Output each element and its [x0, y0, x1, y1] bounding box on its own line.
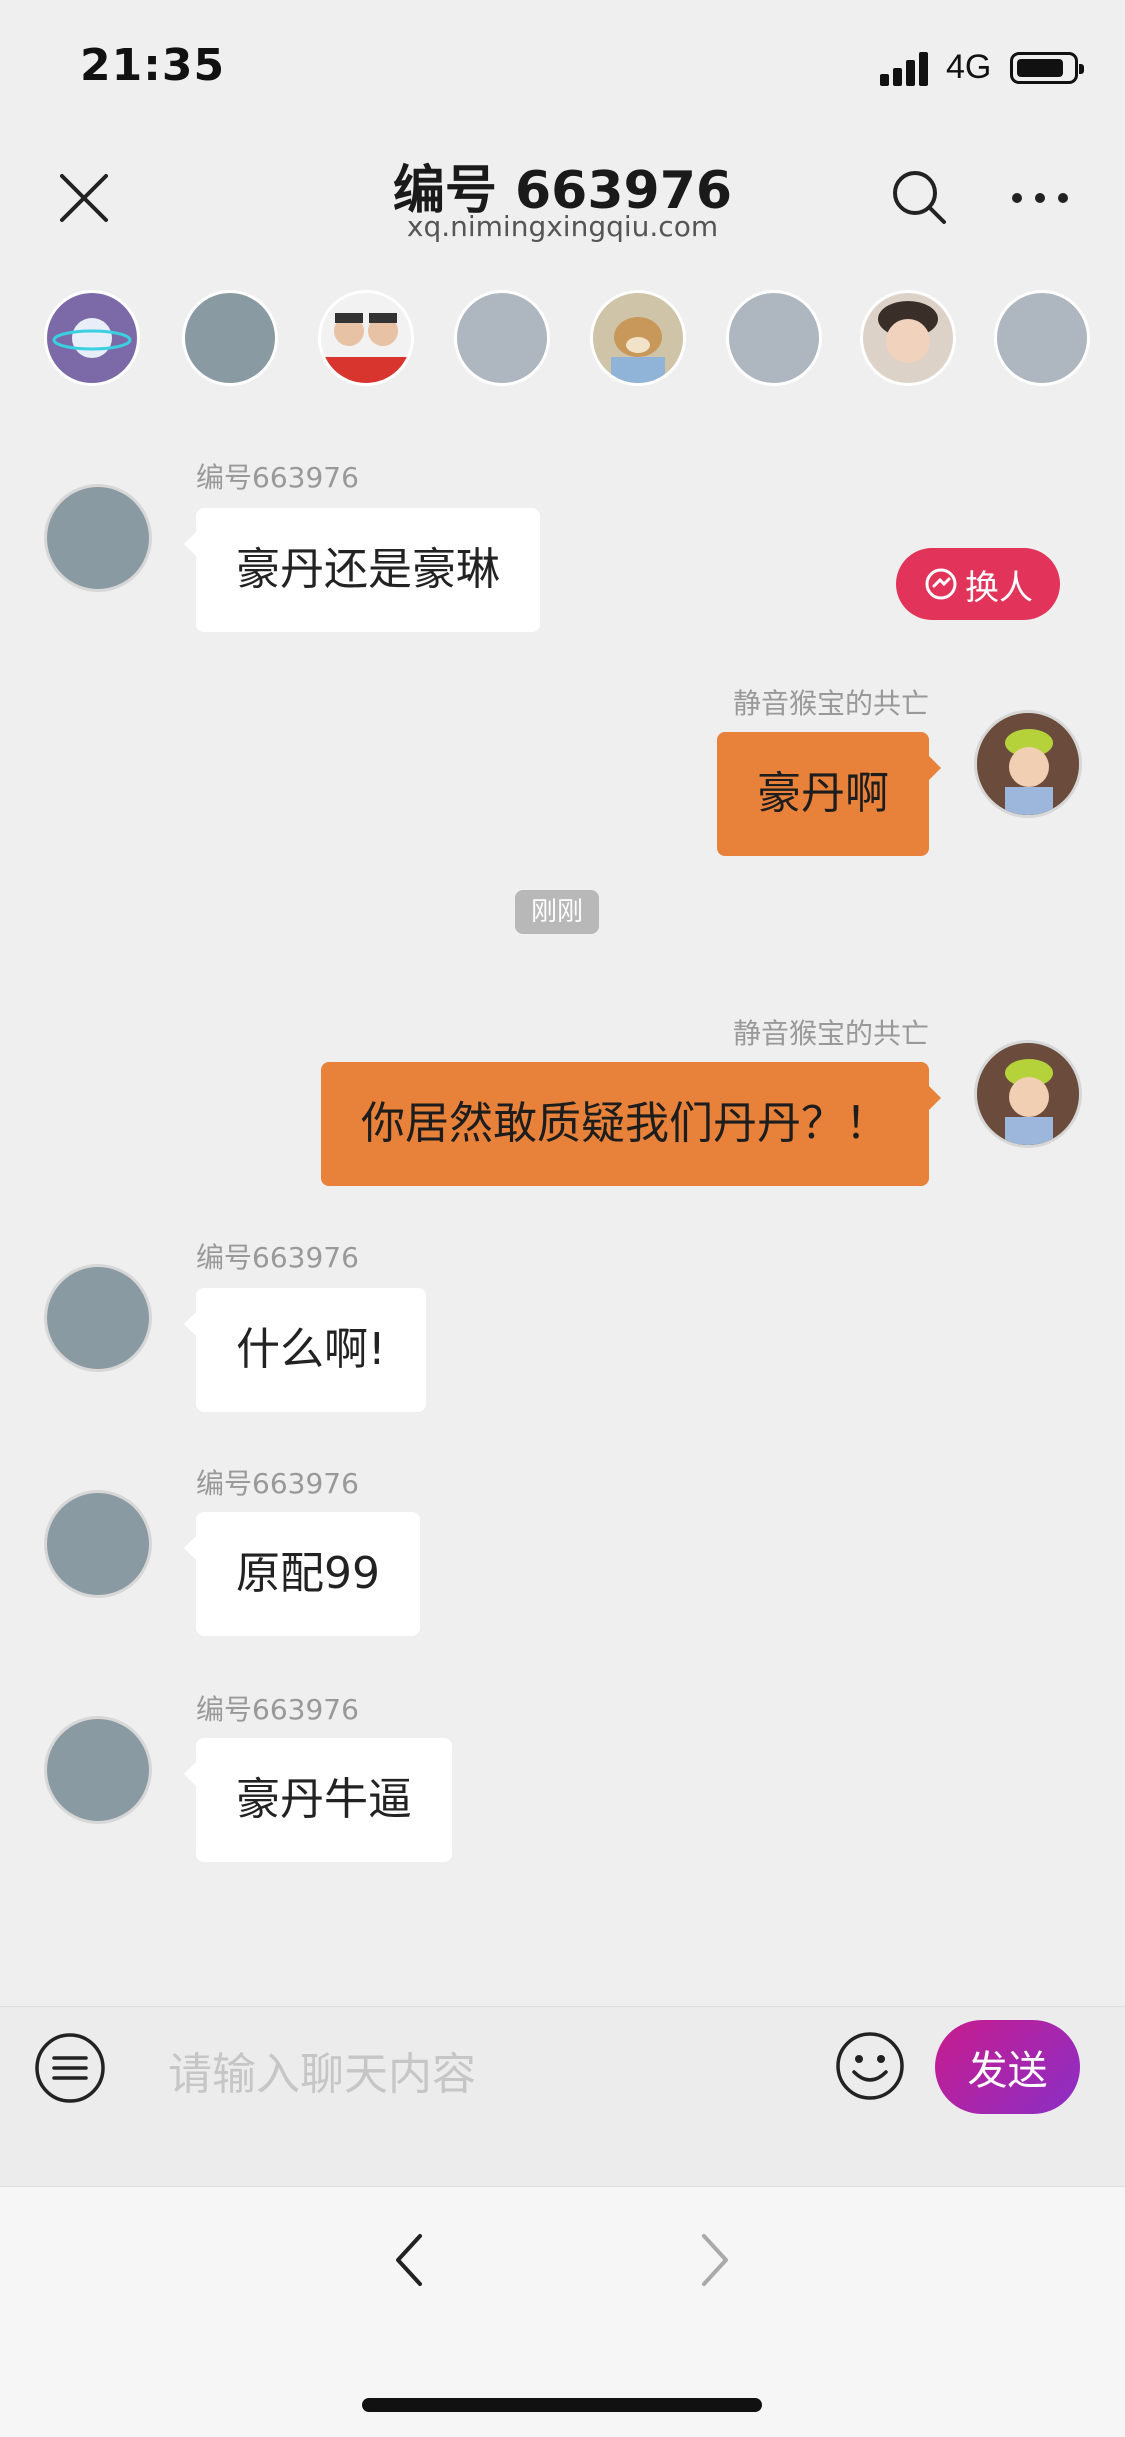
sender-name: 静音猴宝的共亡: [732, 1017, 929, 1050]
member-avatar[interactable]: [182, 290, 278, 386]
swap-icon: [925, 568, 957, 600]
battery-icon: [1010, 52, 1084, 84]
my-avatar[interactable]: [974, 710, 1082, 818]
member-avatar[interactable]: [994, 290, 1090, 386]
sender-name: 静音猴宝的共亡: [732, 687, 929, 720]
message-bubble[interactable]: 什么啊!: [184, 1288, 426, 1412]
message-bubble[interactable]: 豪丹还是豪琳: [184, 508, 540, 632]
forward-button[interactable]: [694, 2230, 734, 2290]
more-button[interactable]: [1000, 158, 1080, 238]
sender-name: 编号663976: [196, 1467, 359, 1500]
member-avatar[interactable]: [726, 290, 822, 386]
sender-avatar[interactable]: [44, 484, 152, 592]
sender-avatar[interactable]: [44, 1264, 152, 1372]
send-button[interactable]: 发送: [935, 2020, 1080, 2114]
more-icon: [1012, 193, 1068, 203]
emoji-button[interactable]: [834, 2030, 906, 2102]
swap-person-button[interactable]: 换人: [896, 548, 1060, 620]
member-avatar[interactable]: [454, 290, 550, 386]
status-time: 21:35: [80, 40, 226, 91]
timestamp-badge: 刚刚: [515, 890, 600, 934]
planet-icon: [52, 318, 132, 358]
message-bubble[interactable]: 原配99: [184, 1512, 420, 1636]
menu-button[interactable]: [34, 2032, 106, 2104]
member-avatar-planet[interactable]: [44, 290, 140, 386]
sender-avatar[interactable]: [44, 1716, 152, 1824]
chevron-right-icon: [702, 2234, 728, 2286]
sender-name: 编号663976: [196, 461, 359, 494]
swap-button-label: 换人: [965, 567, 1033, 608]
chat-input[interactable]: 请输入聊天内容: [168, 2038, 476, 2102]
network-type: 4G: [946, 48, 992, 86]
member-avatar-dog[interactable]: [590, 290, 686, 386]
message-bubble[interactable]: 你居然敢质疑我们丹丹？！: [321, 1062, 941, 1186]
my-avatar[interactable]: [974, 1040, 1082, 1148]
sender-name: 编号663976: [196, 1241, 359, 1274]
message-bubble[interactable]: 豪丹啊: [717, 732, 941, 856]
member-avatar-photo[interactable]: [860, 290, 956, 386]
chevron-left-icon: [396, 2234, 422, 2286]
member-avatar-photo[interactable]: [318, 290, 414, 386]
sender-name: 编号663976: [196, 1693, 359, 1726]
back-button[interactable]: [390, 2230, 430, 2290]
search-button[interactable]: [880, 158, 960, 238]
signal-icon: [880, 50, 930, 86]
sender-avatar[interactable]: [44, 1490, 152, 1598]
search-icon: [893, 171, 946, 224]
home-indicator: [362, 2398, 762, 2412]
menu-icon: [35, 2033, 105, 2103]
emoji-icon: [836, 2032, 904, 2100]
message-bubble[interactable]: 豪丹牛逼: [184, 1738, 452, 1862]
